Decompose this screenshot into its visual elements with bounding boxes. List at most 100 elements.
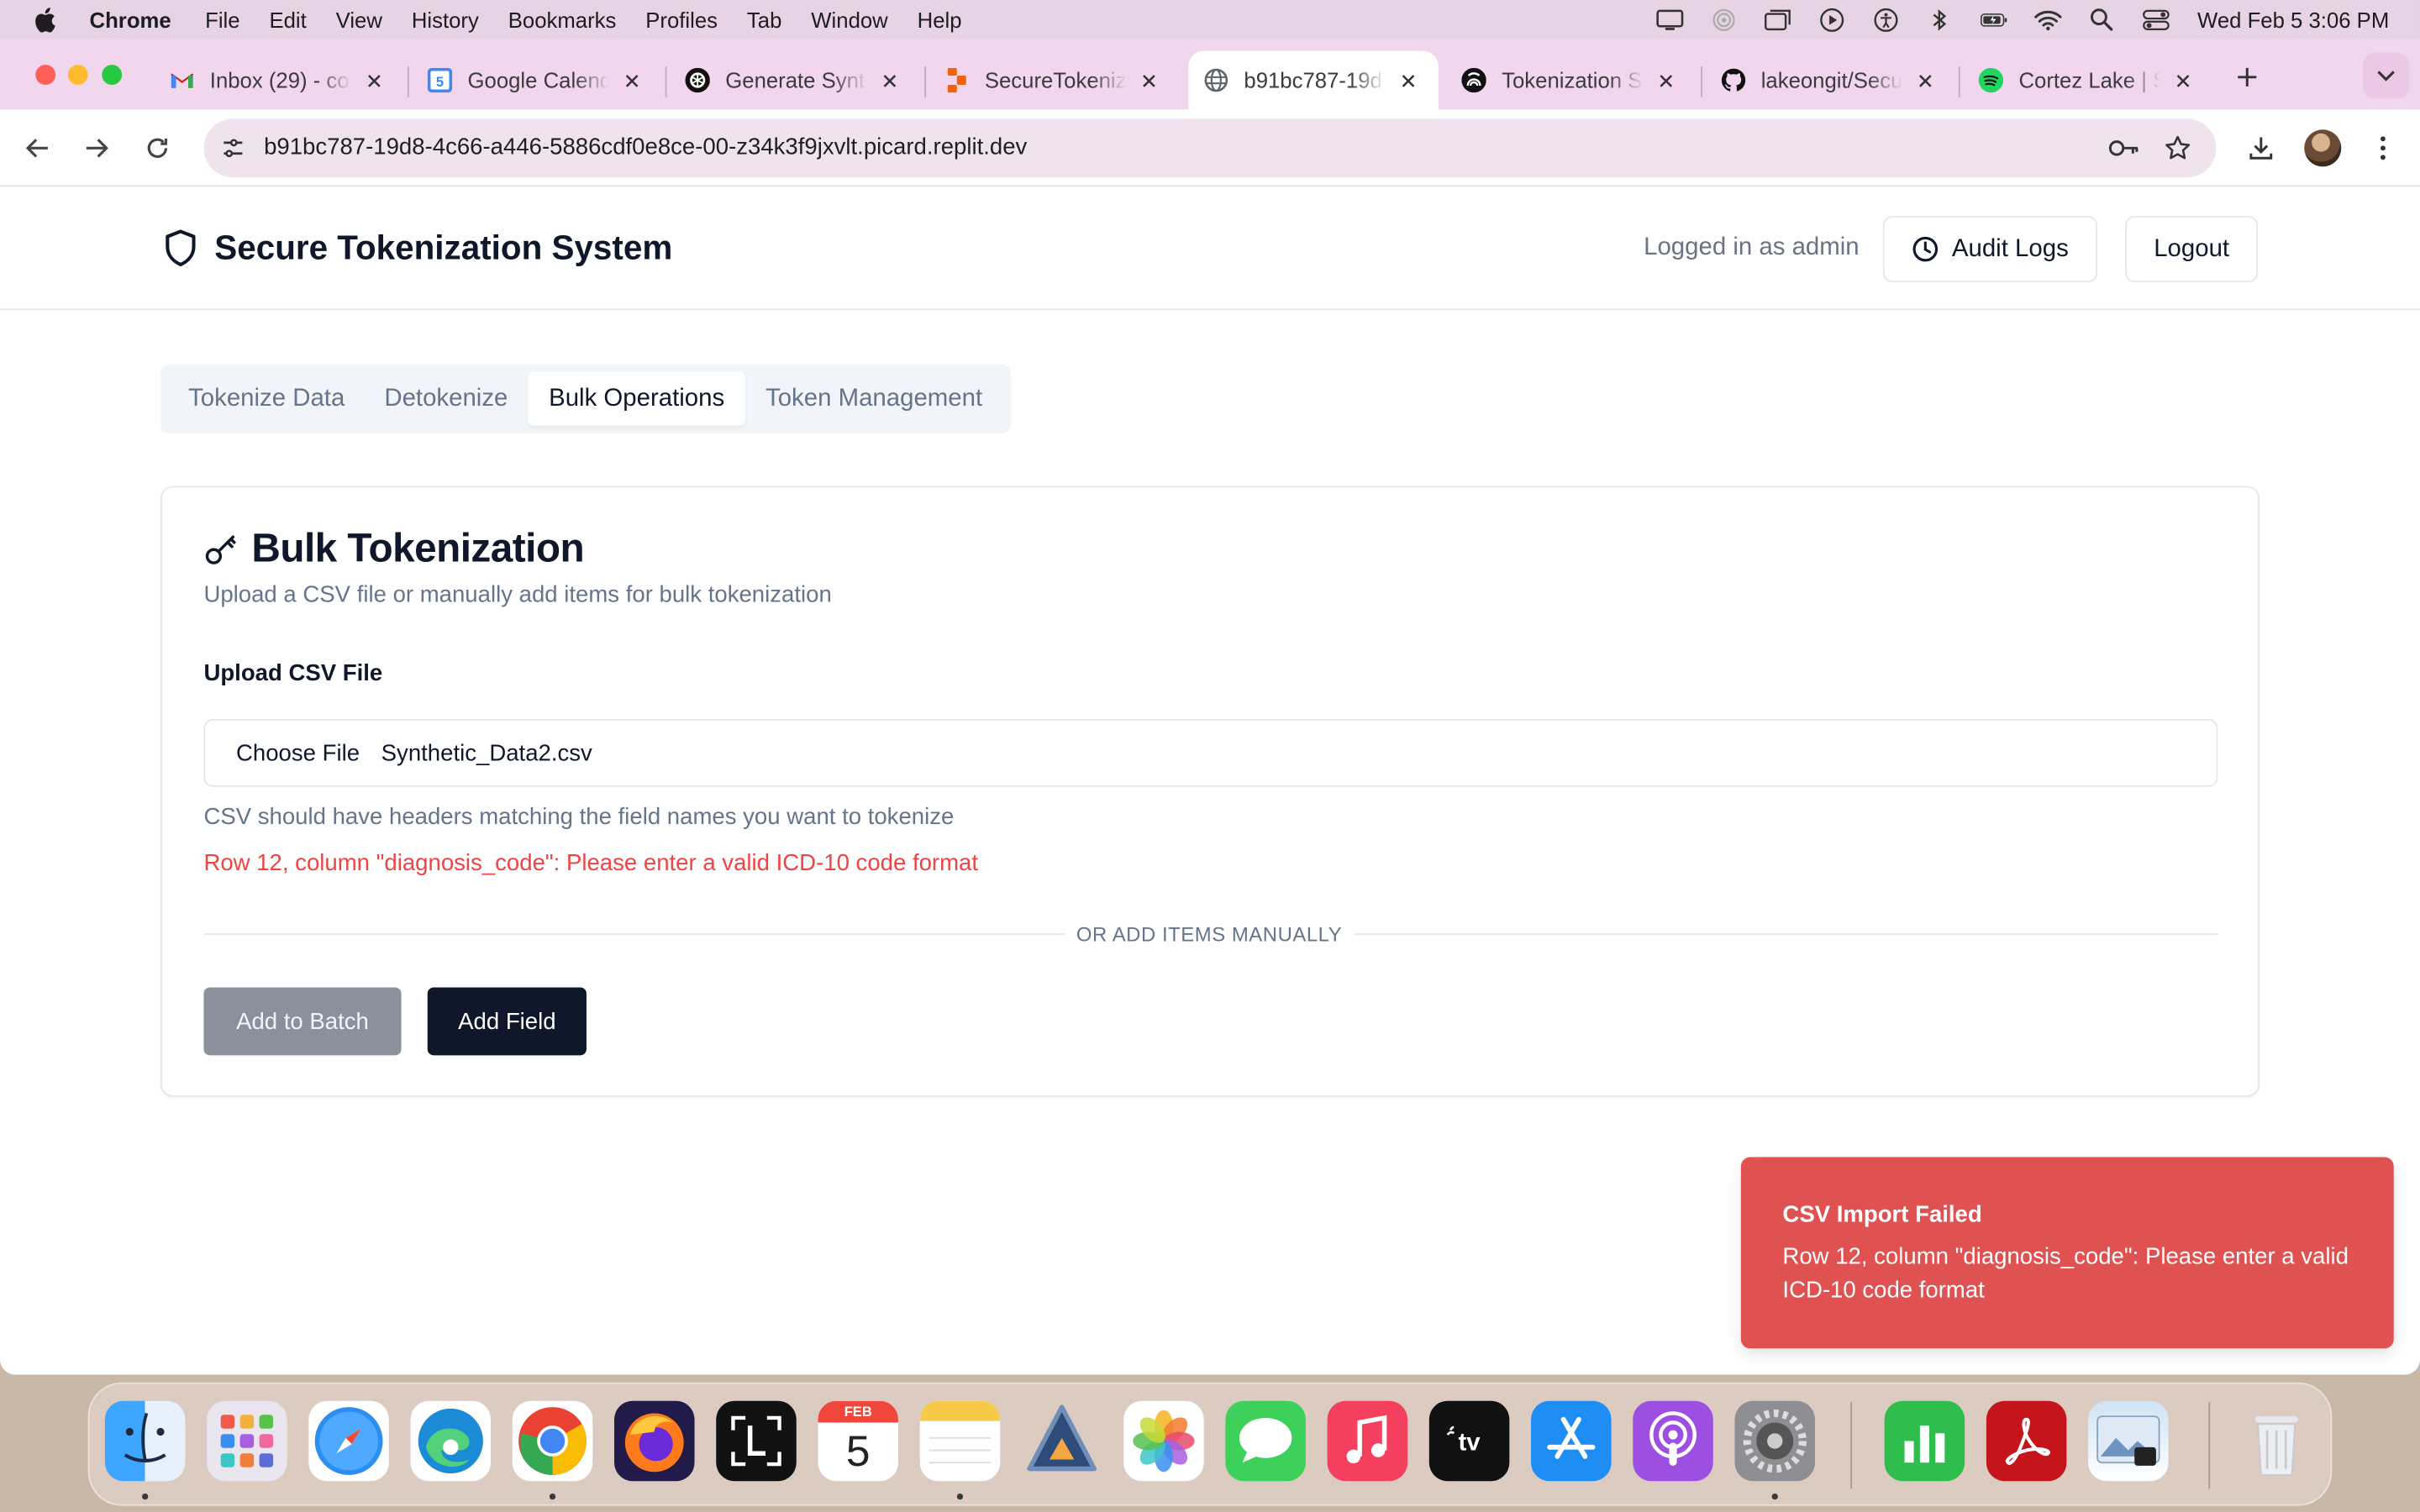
- system-settings-icon[interactable]: [1734, 1400, 1815, 1482]
- error-toast[interactable]: CSV Import Failed Row 12, column "diagno…: [1740, 1157, 2394, 1349]
- menu-tab[interactable]: Tab: [747, 7, 781, 31]
- more-menu-icon[interactable]: [2366, 131, 2400, 165]
- close-tab-icon[interactable]: [2170, 68, 2194, 92]
- apple-tv-icon[interactable]: tv: [1428, 1400, 1510, 1482]
- reload-icon[interactable]: [140, 131, 174, 165]
- window-icon[interactable]: [1764, 5, 1791, 33]
- close-tab-icon[interactable]: [619, 68, 644, 92]
- control-center-icon[interactable]: [2142, 5, 2170, 33]
- menu-help[interactable]: Help: [918, 7, 962, 31]
- close-window-button[interactable]: [35, 65, 56, 86]
- menu-file[interactable]: File: [205, 7, 239, 31]
- acrobat-icon[interactable]: [1986, 1400, 2067, 1482]
- calendar-icon[interactable]: FEB 5: [818, 1400, 898, 1482]
- vpn-app-icon[interactable]: [1022, 1401, 1102, 1482]
- close-tab-icon[interactable]: [1653, 68, 1677, 92]
- csv-helper-text: CSV should have headers matching the fie…: [203, 803, 955, 831]
- github-icon: [1721, 68, 1746, 92]
- airdrop-icon[interactable]: [1710, 5, 1738, 33]
- back-icon[interactable]: [20, 131, 54, 165]
- minimize-window-button[interactable]: [67, 65, 88, 86]
- edge-icon[interactable]: [410, 1400, 492, 1482]
- notes-icon[interactable]: [919, 1400, 1001, 1482]
- globe-icon: [1204, 68, 1228, 92]
- profile-avatar[interactable]: [2304, 129, 2342, 167]
- tab-search-button[interactable]: [2363, 52, 2410, 99]
- music-icon[interactable]: [1327, 1400, 1408, 1482]
- close-tab-icon[interactable]: [876, 68, 901, 92]
- tab-detokenize[interactable]: Detokenize: [384, 372, 508, 426]
- csv-file-input[interactable]: Choose File Synthetic_Data2.csv: [203, 718, 2218, 787]
- screen: Chrome File Edit View History Bookmarks …: [0, 0, 2420, 1512]
- toast-title: CSV Import Failed: [1782, 1201, 1982, 1229]
- menu-edit[interactable]: Edit: [269, 7, 306, 31]
- battery-icon[interactable]: [1980, 5, 2007, 33]
- screenshot-app-icon[interactable]: [716, 1400, 797, 1482]
- close-tab-icon[interactable]: [1395, 68, 1419, 92]
- preview-icon[interactable]: [2088, 1400, 2169, 1482]
- accessibility-icon[interactable]: [1871, 5, 1899, 33]
- audit-logs-label: Audit Logs: [1951, 235, 2069, 262]
- wifi-icon[interactable]: [2033, 5, 2062, 33]
- close-tab-icon[interactable]: [1912, 68, 1937, 92]
- new-tab-button[interactable]: [2232, 61, 2263, 92]
- running-indicator: [549, 1493, 556, 1500]
- browser-tab-replit[interactable]: SecureTokeniz: [929, 51, 1176, 110]
- messages-icon[interactable]: [1225, 1400, 1306, 1482]
- play-icon[interactable]: [1818, 5, 1845, 33]
- logout-button[interactable]: Logout: [2125, 216, 2259, 283]
- tab-separator: [924, 66, 927, 97]
- podcasts-icon[interactable]: [1633, 1400, 1713, 1482]
- photos-icon[interactable]: [1123, 1400, 1204, 1482]
- menu-window[interactable]: Window: [811, 7, 887, 31]
- menu-app-name[interactable]: Chrome: [90, 7, 171, 31]
- tab-token-management[interactable]: Token Management: [765, 372, 982, 426]
- launchpad-icon[interactable]: [207, 1400, 287, 1482]
- add-to-batch-button[interactable]: Add to Batch: [203, 987, 402, 1056]
- browser-tab-spotify[interactable]: Cortez Lake | S: [1963, 51, 2210, 110]
- bookmark-star-icon[interactable]: [2162, 133, 2193, 164]
- site-info-icon[interactable]: [216, 131, 250, 165]
- menu-history[interactable]: History: [412, 7, 479, 31]
- choose-file-button[interactable]: Choose File: [236, 741, 360, 767]
- upload-label: Upload CSV File: [203, 660, 383, 687]
- finder-icon[interactable]: [104, 1400, 186, 1482]
- app-store-icon[interactable]: [1531, 1400, 1612, 1482]
- browser-tab-openai[interactable]: Generate Synt: [670, 51, 917, 110]
- browser-tab-perplexity[interactable]: Tokenization S: [1446, 51, 1693, 110]
- safari-icon[interactable]: [308, 1400, 389, 1482]
- tab-title: Generate Synt: [725, 67, 865, 93]
- tab-bulk-operations[interactable]: Bulk Operations: [528, 371, 746, 426]
- address-bar[interactable]: b91bc787-19d8-4c66-a446-5886cdf0e8ce-00-…: [203, 118, 2217, 178]
- audit-logs-button[interactable]: Audit Logs: [1882, 216, 2098, 283]
- numbers-icon[interactable]: [1884, 1400, 1965, 1482]
- apple-icon[interactable]: [34, 7, 58, 32]
- maximize-window-button[interactable]: [102, 65, 123, 86]
- url-text[interactable]: b91bc787-19d8-4c66-a446-5886cdf0e8ce-00-…: [264, 134, 1027, 160]
- close-tab-icon[interactable]: [1136, 68, 1160, 92]
- add-field-button[interactable]: Add Field: [427, 987, 587, 1056]
- browser-tab-active[interactable]: b91bc787-19d: [1188, 50, 1439, 110]
- forward-icon[interactable]: [81, 131, 114, 165]
- bluetooth-icon[interactable]: [1926, 5, 1954, 33]
- menu-view[interactable]: View: [336, 7, 382, 31]
- menu-profiles[interactable]: Profiles: [645, 7, 718, 31]
- spotlight-icon[interactable]: [2088, 5, 2116, 33]
- browser-tab-github[interactable]: lakeongit/Secu: [1706, 51, 1953, 110]
- close-tab-icon[interactable]: [361, 68, 386, 92]
- chrome-icon[interactable]: [512, 1400, 593, 1482]
- browser-tab-calendar[interactable]: 5 Google Calend: [412, 51, 659, 110]
- menu-clock[interactable]: Wed Feb 5 3:06 PM: [2197, 7, 2389, 31]
- firefox-icon[interactable]: [614, 1400, 695, 1482]
- gmail-icon: [170, 68, 194, 92]
- browser-tab-gmail[interactable]: Inbox (29) - co: [155, 51, 402, 110]
- menu-bookmarks[interactable]: Bookmarks: [508, 7, 617, 31]
- csv-error-text: Row 12, column "diagnosis_code": Please …: [203, 850, 979, 877]
- password-key-icon[interactable]: [2108, 133, 2139, 164]
- calendar-month: FEB: [818, 1400, 898, 1423]
- tab-tokenize-data[interactable]: Tokenize Data: [188, 372, 345, 426]
- trash-icon[interactable]: [2236, 1401, 2317, 1482]
- display-icon[interactable]: [1655, 5, 1683, 33]
- key-icon: [203, 532, 237, 565]
- download-icon[interactable]: [2244, 131, 2278, 165]
